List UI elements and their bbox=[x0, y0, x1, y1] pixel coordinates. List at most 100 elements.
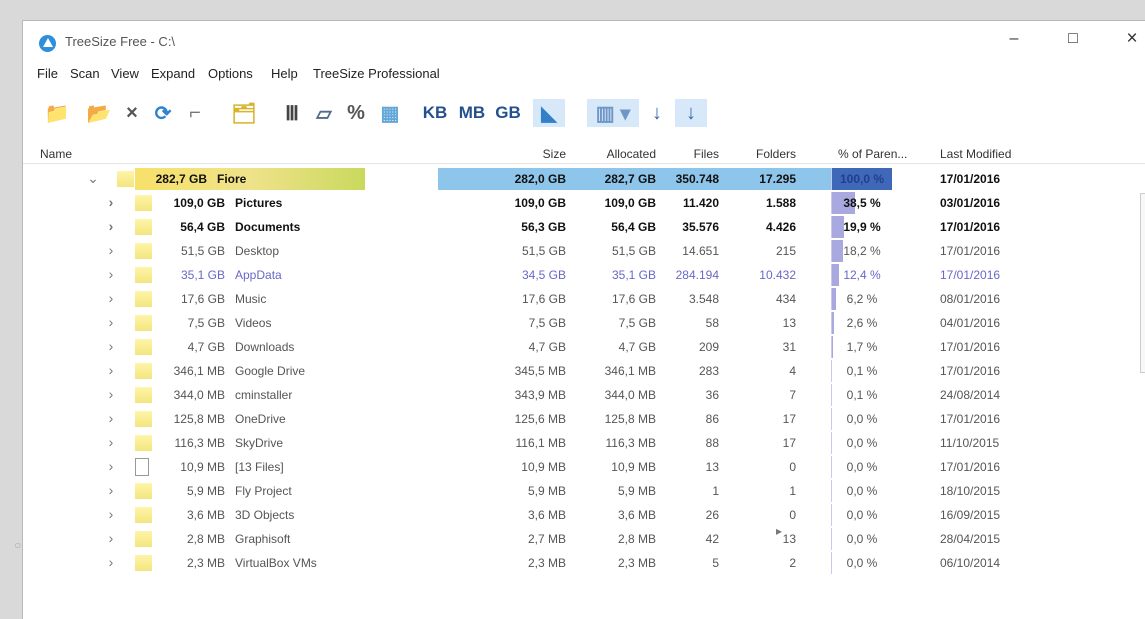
column-allocated[interactable]: Allocated bbox=[573, 147, 656, 161]
column-last-modified[interactable]: Last Modified bbox=[940, 147, 1011, 161]
last-modified-cell: 08/01/2016 bbox=[940, 292, 1000, 306]
column-size[interactable]: Size bbox=[478, 147, 566, 161]
folder-icon bbox=[135, 507, 152, 523]
folder-icon bbox=[135, 291, 152, 307]
size-cell: 3,6 MB bbox=[478, 508, 566, 522]
folders-cell: 17 bbox=[726, 412, 796, 426]
expand-toggle-icon[interactable]: › bbox=[105, 434, 117, 450]
drive-icon[interactable]: ⌐ bbox=[181, 99, 209, 127]
close-button[interactable]: × bbox=[1109, 25, 1145, 53]
size-view-icon[interactable]: ▱ bbox=[308, 99, 340, 127]
menu-treesize-professional[interactable]: TreeSize Professional bbox=[313, 66, 440, 81]
menu-options[interactable]: Options bbox=[208, 66, 253, 81]
menu-scan[interactable]: Scan bbox=[70, 66, 100, 81]
columns-icon[interactable]: Ⅲ bbox=[278, 99, 306, 127]
folder-row[interactable]: › 2,3 MB VirtualBox VMs 2,3 MB 2,3 MB 5 … bbox=[23, 551, 1145, 575]
column-files[interactable]: Files bbox=[661, 147, 719, 161]
expand-toggle-icon[interactable]: › bbox=[105, 506, 117, 522]
folder-name: Videos bbox=[235, 316, 271, 330]
name-size: 109,0 GB bbox=[153, 196, 225, 210]
mb-button[interactable]: MB bbox=[455, 99, 489, 127]
name-size: 125,8 MB bbox=[153, 412, 225, 426]
percent-value: 0,0 % bbox=[832, 508, 892, 522]
expand-toggle-icon[interactable]: › bbox=[105, 410, 117, 426]
folder-name: Documents bbox=[235, 220, 300, 234]
percent-icon[interactable]: % bbox=[342, 99, 370, 127]
menu-file[interactable]: File bbox=[37, 66, 58, 81]
name-size: 5,9 MB bbox=[153, 484, 225, 498]
expand-toggle-icon[interactable]: › bbox=[105, 554, 117, 570]
page-marker: ○ bbox=[14, 538, 21, 552]
expand-toggle-icon[interactable]: › bbox=[105, 266, 117, 282]
folder-name: AppData bbox=[235, 268, 282, 282]
folder-row[interactable]: › 10,9 MB [13 Files] 10,9 MB 10,9 MB 13 … bbox=[23, 455, 1145, 479]
menu-help[interactable]: Help bbox=[271, 66, 298, 81]
minimize-button[interactable]: – bbox=[991, 25, 1037, 53]
scan-drive-icon[interactable]: 📂 bbox=[85, 99, 113, 127]
column-folders[interactable]: Folders bbox=[726, 147, 796, 161]
percent-of-parent-bar: 0,1 % bbox=[831, 384, 892, 406]
folder-icon[interactable]: 🗂 bbox=[230, 99, 258, 127]
gb-button[interactable]: GB bbox=[493, 99, 523, 127]
folder-row[interactable]: › 2,8 MB Graphisoft 2,7 MB 2,8 MB 42 13 … bbox=[23, 527, 1145, 551]
folder-row[interactable]: › 51,5 GB Desktop 51,5 GB 51,5 GB 14.651… bbox=[23, 239, 1145, 263]
kb-button[interactable]: KB bbox=[421, 99, 449, 127]
allocated-cell: 346,1 MB bbox=[573, 364, 656, 378]
folder-row[interactable]: › 3,6 MB 3D Objects 3,6 MB 3,6 MB 26 0 0… bbox=[23, 503, 1145, 527]
folder-row[interactable]: › 5,9 MB Fly Project 5,9 MB 5,9 MB 1 1 0… bbox=[23, 479, 1145, 503]
menu-expand[interactable]: Expand bbox=[151, 66, 195, 81]
sort-chart-icon[interactable]: ◣ bbox=[533, 99, 565, 127]
splitter-handle[interactable] bbox=[1140, 193, 1145, 373]
column-name[interactable]: Name bbox=[40, 147, 72, 161]
expand-toggle-icon[interactable]: ⌄ bbox=[87, 170, 99, 187]
expand-toggle-icon[interactable]: › bbox=[105, 242, 117, 258]
expand-toggle-icon[interactable]: › bbox=[105, 482, 117, 498]
folder-row[interactable]: › 116,3 MB SkyDrive 116,1 MB 116,3 MB 88… bbox=[23, 431, 1145, 455]
table-view-icon[interactable]: ▦ bbox=[376, 99, 404, 127]
expand-toggle-icon[interactable]: › bbox=[105, 194, 117, 210]
allocated-cell: 3,6 MB bbox=[573, 508, 656, 522]
folder-row[interactable]: › 7,5 GB Videos 7,5 GB 7,5 GB 58 13 2,6 … bbox=[23, 311, 1145, 335]
files-cell: 26 bbox=[661, 508, 719, 522]
name-size: 35,1 GB bbox=[153, 268, 225, 282]
folders-cell: 17 bbox=[726, 436, 796, 450]
allocated-cell: 35,1 GB bbox=[573, 268, 656, 282]
expand-toggle-icon[interactable]: › bbox=[105, 530, 117, 546]
folder-row[interactable]: › 344,0 MB cminstaller 343,9 MB 344,0 MB… bbox=[23, 383, 1145, 407]
refresh-icon[interactable]: ⟳ bbox=[149, 99, 177, 127]
menu-view[interactable]: View bbox=[111, 66, 139, 81]
expand-toggle-icon[interactable]: › bbox=[105, 386, 117, 402]
allocated-cell: 116,3 MB bbox=[573, 436, 656, 450]
select-drive-icon[interactable]: 📁 bbox=[43, 99, 71, 127]
expand-toggle-icon[interactable]: › bbox=[105, 362, 117, 378]
list-dropdown-icon[interactable]: ▥ ▾ bbox=[587, 99, 639, 127]
cancel-icon[interactable]: × bbox=[118, 99, 146, 127]
maximize-button[interactable]: □ bbox=[1050, 25, 1096, 53]
name-size: 3,6 MB bbox=[153, 508, 225, 522]
folder-row[interactable]: › 17,6 GB Music 17,6 GB 17,6 GB 3.548 43… bbox=[23, 287, 1145, 311]
expand-toggle-icon[interactable]: › bbox=[105, 218, 117, 234]
sort-descending-icon[interactable]: ↓ bbox=[675, 99, 707, 127]
expand-toggle-icon[interactable]: › bbox=[105, 290, 117, 306]
name-size: 282,7 GB bbox=[135, 172, 207, 186]
sort-ascending-icon[interactable]: ↓ bbox=[645, 99, 669, 127]
folder-icon bbox=[135, 267, 152, 283]
folder-row[interactable]: › 56,4 GB Documents 56,3 GB 56,4 GB 35.5… bbox=[23, 215, 1145, 239]
folder-row[interactable]: › 35,1 GB AppData 34,5 GB 35,1 GB 284.19… bbox=[23, 263, 1145, 287]
expand-toggle-icon[interactable]: › bbox=[105, 338, 117, 354]
folder-icon bbox=[135, 195, 152, 211]
folder-name: cminstaller bbox=[235, 388, 292, 402]
allocated-cell: 10,9 MB bbox=[573, 460, 656, 474]
allocated-cell: 282,7 GB bbox=[573, 172, 656, 186]
files-cell: 42 bbox=[661, 532, 719, 546]
folder-row[interactable]: ⌄ 282,7 GB Fiore 282,0 GB 282,7 GB 350.7… bbox=[23, 167, 1145, 191]
folder-row[interactable]: › 346,1 MB Google Drive 345,5 MB 346,1 M… bbox=[23, 359, 1145, 383]
last-modified-cell: 17/01/2016 bbox=[940, 220, 1000, 234]
folder-row[interactable]: › 125,8 MB OneDrive 125,6 MB 125,8 MB 86… bbox=[23, 407, 1145, 431]
folder-row[interactable]: › 4,7 GB Downloads 4,7 GB 4,7 GB 209 31 … bbox=[23, 335, 1145, 359]
column-percent-of-parent[interactable]: % of Paren... bbox=[838, 147, 907, 161]
file-icon bbox=[135, 458, 149, 476]
folder-row[interactable]: › 109,0 GB Pictures 109,0 GB 109,0 GB 11… bbox=[23, 191, 1145, 215]
expand-toggle-icon[interactable]: › bbox=[105, 458, 117, 474]
expand-toggle-icon[interactable]: › bbox=[105, 314, 117, 330]
